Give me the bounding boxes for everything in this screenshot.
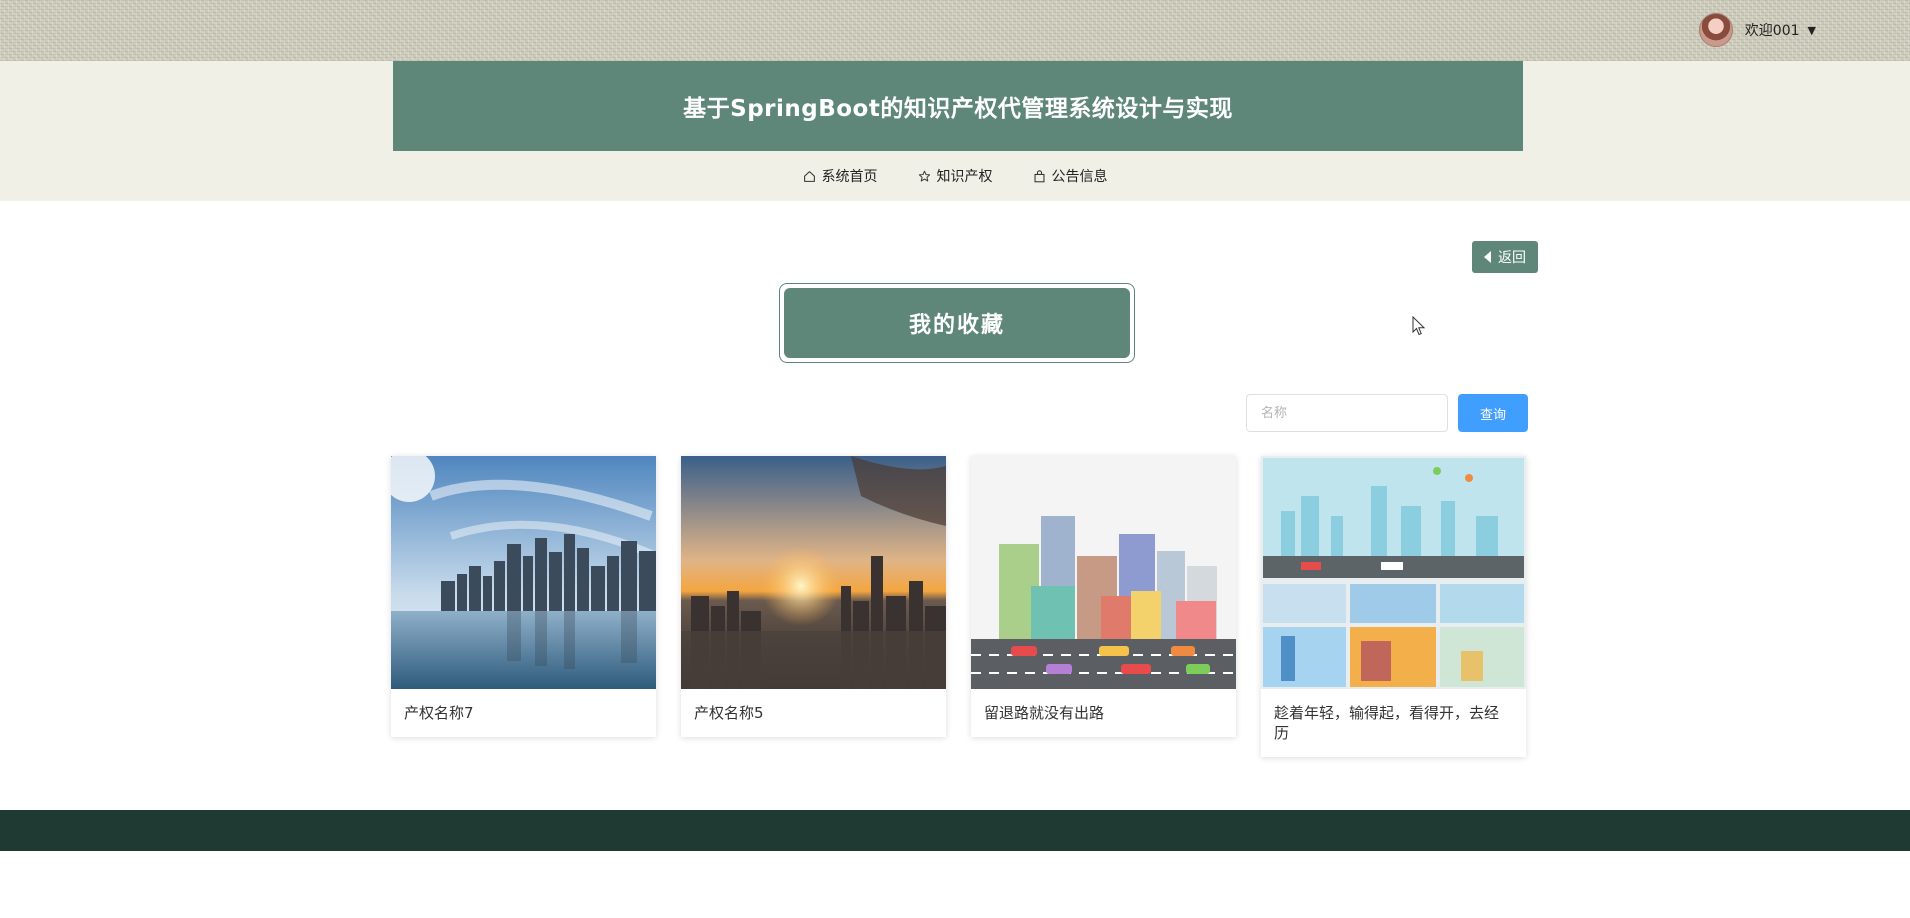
avatar[interactable]: [1698, 13, 1733, 47]
mouse-cursor-icon: [1412, 316, 1426, 336]
back-button-label: 返回: [1498, 250, 1526, 266]
nav-item-notice[interactable]: 公告信息: [1033, 163, 1108, 189]
favorite-card[interactable]: 产权名称7: [391, 456, 656, 737]
card-image[interactable]: [971, 456, 1236, 689]
nav-item-home[interactable]: 系统首页: [803, 163, 878, 189]
caret-down-icon[interactable]: ▼: [1808, 24, 1816, 37]
home-icon: [803, 170, 815, 182]
bag-icon: [1034, 169, 1044, 182]
favorite-card[interactable]: 产权名称5: [681, 456, 946, 737]
nav-item-label: 公告信息: [1051, 169, 1108, 185]
back-button[interactable]: 返回: [1472, 241, 1538, 273]
search-input[interactable]: [1246, 394, 1448, 432]
nav-item-label: 系统首页: [821, 169, 878, 185]
main-nav: 系统首页 知识产权 公告信息: [0, 163, 1910, 189]
star-icon: [918, 170, 930, 181]
footer-bar: [0, 810, 1910, 851]
user-menu[interactable]: 欢迎001 ▼: [1698, 13, 1816, 47]
card-image[interactable]: [391, 456, 656, 689]
card-name[interactable]: 趁着年轻，输得起，看得开，去经历: [1261, 689, 1526, 757]
user-greeting[interactable]: 欢迎001: [1745, 20, 1800, 40]
section-title: 我的收藏: [784, 288, 1130, 358]
site-title: 基于SpringBoot的知识产权代管理系统设计与实现: [683, 96, 1233, 122]
card-image[interactable]: [681, 456, 946, 689]
nav-item-label: 知识产权: [936, 169, 993, 185]
card-name[interactable]: 产权名称7: [391, 689, 656, 737]
search-button[interactable]: 查询: [1458, 394, 1528, 432]
top-bar: 欢迎001 ▼: [0, 0, 1910, 61]
card-name[interactable]: 产权名称5: [681, 689, 946, 737]
favorite-card[interactable]: 趁着年轻，输得起，看得开，去经历: [1261, 456, 1526, 757]
card-image[interactable]: [1261, 456, 1526, 689]
section-title-text: 我的收藏: [908, 313, 1005, 338]
caret-left-icon: [1484, 251, 1491, 263]
card-name[interactable]: 留退路就没有出路: [971, 689, 1236, 737]
site-title-banner: 基于SpringBoot的知识产权代管理系统设计与实现: [393, 61, 1523, 151]
nav-item-ip[interactable]: 知识产权: [918, 163, 993, 189]
favorite-card[interactable]: 留退路就没有出路: [971, 456, 1236, 737]
